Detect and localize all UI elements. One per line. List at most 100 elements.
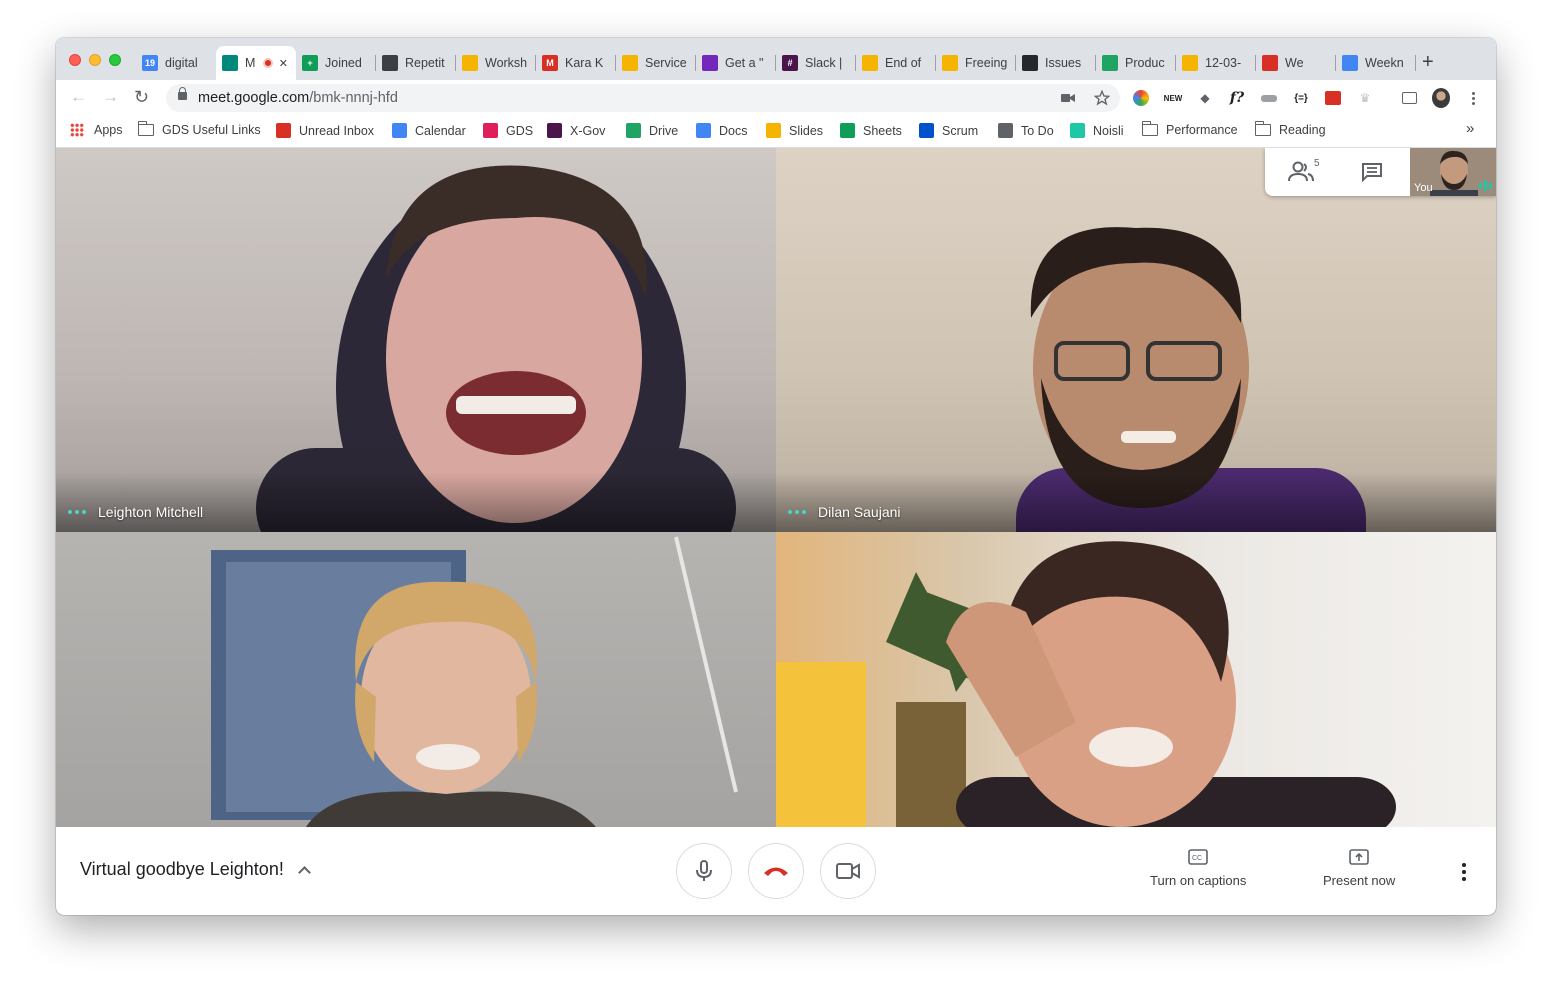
browser-tab[interactable]: Worksh [456, 46, 536, 80]
bookmark-item[interactable]: Reading [1254, 121, 1326, 137]
browser-tab[interactable]: M Kara K [536, 46, 616, 80]
extension-news-icon[interactable]: NEW [1164, 89, 1183, 107]
camera-button[interactable] [820, 843, 876, 899]
noisli-icon [1070, 123, 1085, 138]
close-window-button[interactable] [69, 54, 81, 66]
browser-tab[interactable]: + Joined [296, 46, 376, 80]
tab-title: Slack | [805, 56, 843, 70]
extension-color-icon[interactable] [1132, 89, 1150, 107]
drive-icon [626, 123, 641, 138]
chat-icon[interactable] [1361, 162, 1383, 182]
back-button[interactable]: ← [70, 88, 87, 106]
maximize-window-button[interactable] [109, 54, 121, 66]
captions-icon: CC [1188, 849, 1208, 865]
tab-favicon-icon: 19 [142, 55, 158, 71]
bookmark-item[interactable]: Scrum [919, 123, 978, 138]
bookmark-item[interactable]: Noisli [1070, 123, 1124, 138]
browser-tab[interactable]: End of [856, 46, 936, 80]
tab-active-meet[interactable]: M ✕ [216, 46, 296, 80]
extension-crown-icon[interactable]: ♛ [1356, 89, 1374, 107]
self-view-tile[interactable]: You [1410, 148, 1496, 196]
trello-icon [998, 123, 1013, 138]
profile-avatar[interactable] [1432, 88, 1450, 108]
tab-title: digital [165, 56, 198, 70]
call-controls-bar: Virtual goodbye Leighton! CC Turn on cap… [56, 827, 1496, 915]
present-now-button[interactable]: Present now [1323, 849, 1395, 888]
bookmark-item[interactable]: Slides [766, 123, 823, 138]
people-count: 5 [1314, 158, 1320, 169]
name-gradient [56, 472, 776, 532]
bookmark-item[interactable]: Drive [626, 123, 678, 138]
browser-tab[interactable]: Get a " [696, 46, 776, 80]
participant-tile-1[interactable]: Leighton Mitchell [56, 148, 776, 532]
forward-button[interactable]: → [102, 88, 119, 106]
bookmark-item[interactable]: Docs [696, 123, 747, 138]
reload-button[interactable]: ↻ [134, 88, 149, 106]
browser-tab[interactable]: Repetit [376, 46, 456, 80]
close-tab-icon[interactable]: ✕ [279, 57, 288, 70]
bookmark-item[interactable]: Calendar [392, 123, 466, 138]
tab-favicon-icon [462, 55, 478, 71]
chevron-up-icon [297, 866, 311, 879]
microphone-button[interactable] [676, 843, 732, 899]
browser-tab[interactable]: 19 digital [136, 46, 216, 80]
camera-icon[interactable] [1061, 92, 1075, 104]
tab-favicon-icon: + [302, 55, 318, 71]
bookmark-label: GDS [506, 123, 534, 138]
extension-red-badge-icon[interactable] [1324, 89, 1342, 107]
meeting-details-toggle[interactable]: Virtual goodbye Leighton! [80, 859, 311, 880]
bookmark-label: Calendar [415, 123, 466, 138]
tab-favicon-icon [862, 55, 878, 71]
browser-tab[interactable]: Service [616, 46, 696, 80]
browser-tab[interactable]: Weekn [1336, 46, 1416, 80]
participant-name: Leighton Mitchell [98, 504, 204, 520]
browser-tab[interactable]: # Slack | [776, 46, 856, 80]
folder-icon [1141, 121, 1158, 136]
url-text: meet.google.com/bmk-nnnj-hfd [198, 90, 398, 106]
browser-tab[interactable]: Issues [1016, 46, 1096, 80]
bookmark-label: Drive [649, 123, 679, 138]
participant-tile-2[interactable]: Dilan Saujani 5 You [776, 148, 1496, 532]
extension-tag-icon[interactable]: ◆ [1196, 89, 1214, 107]
participant-tile-4[interactable] [776, 532, 1496, 827]
bookmark-item[interactable]: GDS Useful Links [137, 121, 261, 137]
cast-icon[interactable] [1400, 89, 1418, 107]
recording-indicator-icon [262, 58, 273, 68]
docs-icon [696, 123, 711, 138]
speaking-indicator-icon [68, 510, 86, 514]
captions-button[interactable]: CC Turn on captions [1150, 849, 1246, 888]
extension-font-icon[interactable]: f? [1228, 89, 1246, 107]
tab-title: Repetit [405, 56, 445, 70]
bookmark-item[interactable]: To Do [998, 123, 1054, 138]
browser-tab[interactable]: Freeing [936, 46, 1016, 80]
bookmark-label: Reading [1279, 123, 1326, 137]
browser-menu-icon[interactable] [1464, 89, 1482, 107]
more-options-icon[interactable] [1462, 863, 1466, 881]
leave-call-button[interactable] [748, 843, 804, 899]
bookmark-item[interactable]: Apps [70, 123, 123, 137]
tab-favicon-icon [1022, 55, 1038, 71]
extension-pill-icon[interactable] [1260, 89, 1278, 107]
tab-favicon-icon [1182, 55, 1198, 71]
bookmark-item[interactable]: Performance [1141, 121, 1238, 137]
extension-json-icon[interactable]: {=} [1292, 89, 1310, 107]
participant-tile-3[interactable] [56, 532, 776, 827]
bookmarks-overflow-button[interactable]: » [1466, 120, 1474, 137]
bookmark-item[interactable]: X-Gov [547, 123, 605, 138]
tab-title: Freeing [965, 56, 1008, 70]
browser-tab[interactable]: Produc [1096, 46, 1176, 80]
minimize-window-button[interactable] [89, 54, 101, 66]
tab-title: 12-03- [1205, 56, 1242, 70]
star-bookmark-icon[interactable] [1094, 90, 1110, 106]
address-bar[interactable]: meet.google.com/bmk-nnnj-hfd [166, 84, 1120, 112]
bookmark-item[interactable]: Sheets [840, 123, 902, 138]
bookmark-label: Slides [789, 123, 824, 138]
url-host: meet.google.com [198, 90, 310, 106]
tab-favicon-icon: # [782, 55, 798, 71]
new-tab-button[interactable]: + [1422, 52, 1434, 72]
bookmark-item[interactable]: Unread Inbox [276, 123, 374, 138]
browser-tab[interactable]: 12-03- [1176, 46, 1256, 80]
bookmark-item[interactable]: GDS [483, 123, 533, 138]
people-icon[interactable] [1287, 160, 1317, 184]
browser-tab[interactable]: We [1256, 46, 1336, 80]
